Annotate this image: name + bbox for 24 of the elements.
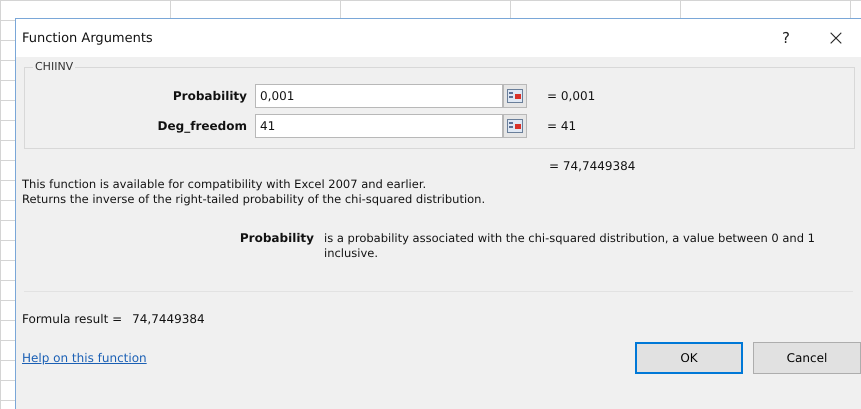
window-title: Function Arguments <box>22 30 153 46</box>
function-result: = 74,7449384 <box>549 159 636 173</box>
function-name: CHIINV <box>33 60 76 73</box>
argument-result: = 0,001 <box>547 89 596 103</box>
input-field[interactable]: 41 <box>255 114 503 138</box>
close-button[interactable]: × <box>811 23 861 53</box>
collapse-dialog-icon <box>507 89 523 103</box>
argument-result: = 41 <box>547 119 576 133</box>
input-field[interactable]: 0,001 <box>255 84 503 108</box>
dialog-button[interactable]: Cancel <box>753 342 861 374</box>
dialog-button[interactable]: OK <box>635 342 743 374</box>
help-link[interactable]: Help on this function <box>22 351 147 365</box>
range-select-button[interactable] <box>503 114 527 138</box>
function-description: Returns the inverse of the right-tailed probability of the chi-squared distribution. <box>22 192 486 207</box>
argument-description: is a probability associated with the chi-squared distribution, a value between 0 and 1 inclusive. <box>324 231 816 261</box>
formula-result-label: Formula result = <box>22 312 122 326</box>
collapse-dialog-icon <box>507 119 523 133</box>
argument-name: Probability <box>238 231 315 247</box>
formula-result-value: 74,7449384 <box>132 312 205 326</box>
help-button[interactable]: ? <box>761 23 811 53</box>
range-select-button[interactable] <box>503 84 527 108</box>
argument-label: Probability <box>172 89 248 103</box>
function-description: This function is available for compatibility with Excel 2007 and earlier. <box>22 177 428 192</box>
argument-label: Deg_freedom <box>156 119 248 133</box>
